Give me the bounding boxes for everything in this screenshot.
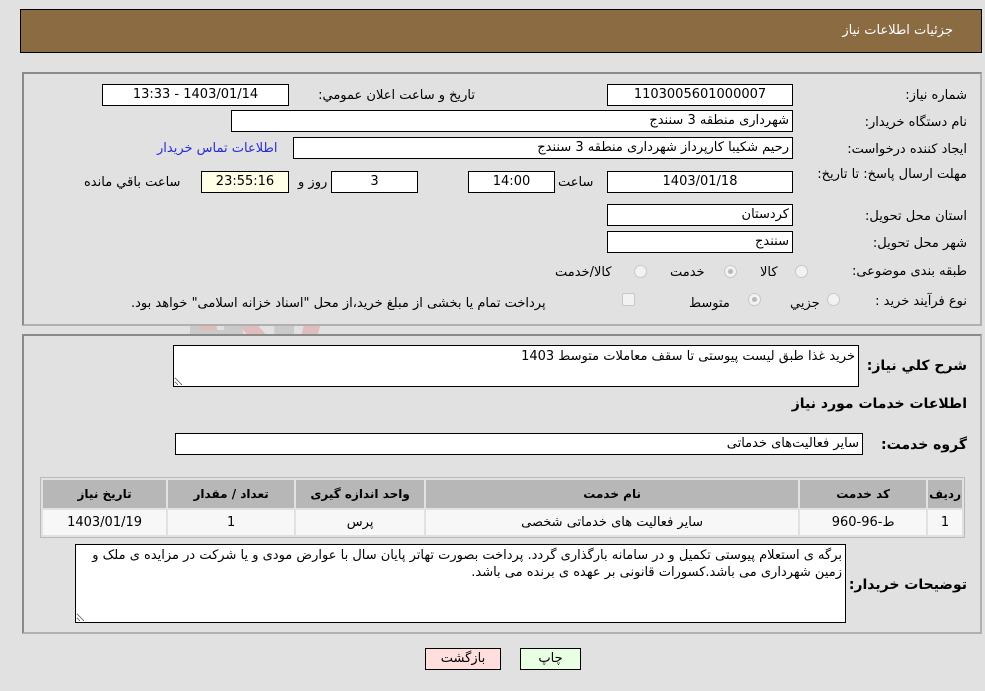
announce-label: تاریخ و ساعت اعلان عمومي: xyxy=(318,88,475,103)
buyer-notes-label: توضيحات خريدار: xyxy=(848,577,967,593)
buyer-org-label: نام دستگاه خريدار: xyxy=(864,115,967,130)
cell-quantity: 1 xyxy=(168,510,295,535)
process-option-medium: متوسط xyxy=(689,296,730,311)
table-header-row: رديف کد خدمت نام خدمت واحد اندازه گيری ت… xyxy=(43,480,962,508)
page-header: جزئیات اطلاعات نیاز xyxy=(20,9,982,53)
service-group-label: گروه خدمت: xyxy=(881,437,967,453)
services-table: رديف کد خدمت نام خدمت واحد اندازه گيری ت… xyxy=(40,477,965,538)
category-radio-goods-service[interactable] xyxy=(634,265,647,278)
category-radio-service[interactable] xyxy=(724,265,737,278)
back-button[interactable]: بازگشت xyxy=(425,648,501,670)
need-number-field: 1103005601000007 xyxy=(607,84,793,106)
process-label: نوع فرآیند خرید : xyxy=(875,294,967,309)
province-field: کردستان xyxy=(607,204,793,226)
deadline-time-field: 14:00 xyxy=(468,171,555,193)
cell-service-code: ط-96-960 xyxy=(800,510,927,535)
days-field: 3 xyxy=(331,171,418,193)
page-title: جزئیات اطلاعات نیاز xyxy=(842,23,953,38)
province-label: استان محل تحویل: xyxy=(865,209,967,224)
summary-textarea[interactable]: خرید غذا طبق لیست پیوستی تا سقف معاملات … xyxy=(173,345,859,387)
remaining-label: ساعت باقي مانده xyxy=(84,175,181,190)
print-button[interactable]: چاپ xyxy=(520,648,581,670)
city-label: شهر محل تحویل: xyxy=(872,236,967,251)
city-field: سنندج xyxy=(607,231,793,253)
category-label: طبقه بندی موضوعی: xyxy=(851,264,967,279)
deadline-label: مهلت ارسال پاسخ: تا تاریخ: xyxy=(817,167,967,182)
announce-datetime-field: 1403/01/14 - 13:33 xyxy=(102,84,289,106)
service-group-field: سایر فعالیت‌های خدماتی xyxy=(175,433,863,455)
cell-row: 1 xyxy=(928,510,962,535)
category-option-service: خدمت xyxy=(670,265,705,280)
creator-field: رحیم شکیبا کارپرداز شهرداری منطقه 3 سنند… xyxy=(293,137,793,159)
col-service-code: کد خدمت xyxy=(800,480,927,508)
cell-service-name: سایر فعالیت های خدماتی شخصی xyxy=(426,510,799,535)
process-option-minor: جزیي xyxy=(790,296,820,311)
table-row: 1 ط-96-960 سایر فعالیت های خدماتی شخصی پ… xyxy=(43,510,962,535)
need-number-label: شماره نیاز: xyxy=(905,88,967,103)
deadline-date-field: 1403/01/18 xyxy=(607,171,793,193)
col-unit: واحد اندازه گيری xyxy=(296,480,425,508)
cell-need-date: 1403/01/19 xyxy=(43,510,167,535)
process-radio-minor[interactable] xyxy=(827,293,840,306)
buyer-org-field: شهرداری منطقه 3 سنندج xyxy=(231,110,793,132)
remaining-time-field: 23:55:16 xyxy=(201,171,289,193)
category-option-goods-service: کالا/خدمت xyxy=(555,265,612,280)
process-radio-medium[interactable] xyxy=(748,293,761,306)
buyer-contact-link[interactable]: اطلاعات تماس خريدار xyxy=(157,141,277,156)
days-label: روز و xyxy=(298,175,328,190)
category-option-goods: کالا xyxy=(760,265,778,280)
category-radio-goods[interactable] xyxy=(795,265,808,278)
treasury-note: پرداخت تمام یا بخشی از مبلغ خرید،از محل … xyxy=(131,296,546,311)
col-quantity: تعداد / مقدار xyxy=(168,480,295,508)
col-service-name: نام خدمت xyxy=(426,480,799,508)
treasury-checkbox[interactable] xyxy=(622,293,635,306)
col-need-date: تاريخ نياز xyxy=(43,480,167,508)
buyer-notes-textarea[interactable]: برگه ی استعلام پیوستی تکمیل و در سامانه … xyxy=(75,544,846,623)
cell-unit: پرس xyxy=(296,510,425,535)
deadline-time-label: ساعت xyxy=(558,175,594,190)
summary-label: شرح کلي نياز: xyxy=(866,358,967,374)
services-heading: اطلاعات خدمات مورد نياز xyxy=(791,396,967,412)
col-row: رديف xyxy=(928,480,962,508)
creator-label: ایجاد کننده درخواست: xyxy=(847,142,967,157)
